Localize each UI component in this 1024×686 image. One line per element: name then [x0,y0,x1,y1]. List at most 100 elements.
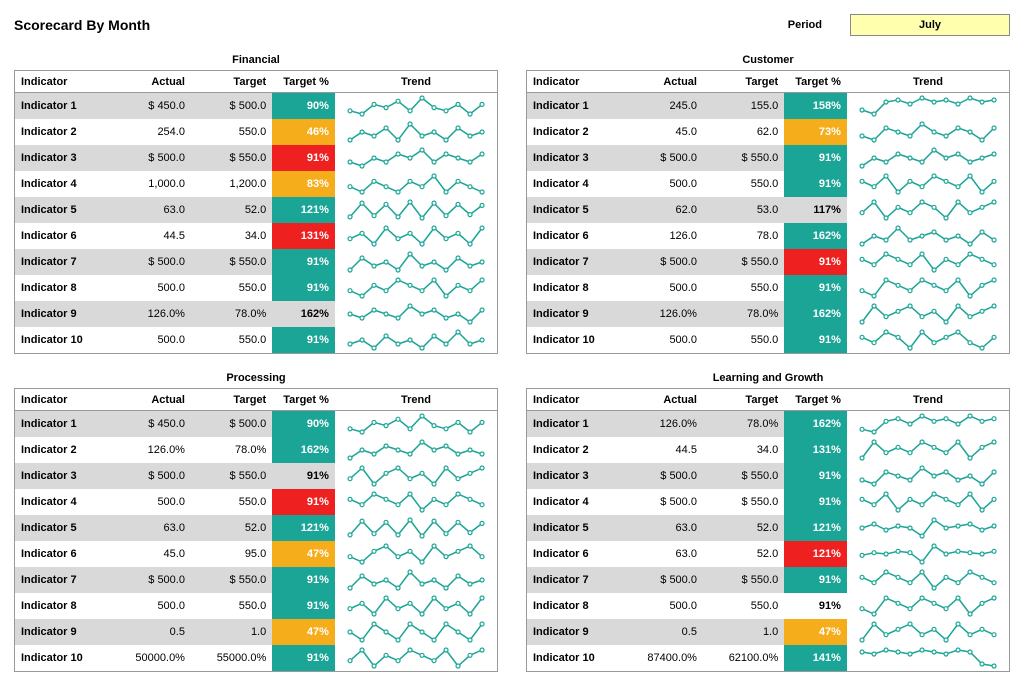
cell-actual: 44.5 [110,223,191,249]
cell-actual: 45.0 [110,541,191,567]
cell-indicator: Indicator 5 [527,197,622,223]
cell-target: 550.0 [191,327,272,354]
cell-target-pct: 91% [784,593,847,619]
table-row: Indicator 7$ 500.0$ 550.091% [527,249,1010,275]
table-row: Indicator 7$ 500.0$ 550.091% [15,567,498,593]
cell-trend-sparkline [335,515,498,541]
table-row: Indicator 1245.0155.0158% [527,93,1010,120]
cell-target-pct: 91% [272,593,335,619]
col-head-indicator: Indicator [15,71,110,93]
table-row: Indicator 8500.0550.091% [15,275,498,301]
cell-indicator: Indicator 2 [527,437,622,463]
cell-target-pct: 47% [272,541,335,567]
table-row: Indicator 10500.0550.091% [15,327,498,354]
cell-trend-sparkline [847,223,1010,249]
cell-actual: $ 500.0 [110,567,191,593]
cell-target: 550.0 [703,327,784,354]
cell-trend-sparkline [847,463,1010,489]
cell-actual: 500.0 [110,593,191,619]
col-head-actual: Actual [110,389,191,411]
cell-target-pct: 46% [272,119,335,145]
cell-indicator: Indicator 9 [527,301,622,327]
cell-trend-sparkline [847,411,1010,438]
cell-trend-sparkline [847,593,1010,619]
cell-actual: 126.0 [622,223,703,249]
cell-indicator: Indicator 8 [527,275,622,301]
cell-trend-sparkline [847,645,1010,672]
cell-target: $ 550.0 [191,567,272,593]
cell-actual: 63.0 [622,515,703,541]
cell-actual: 1,000.0 [110,171,191,197]
table-row: Indicator 9126.0%78.0%162% [527,301,1010,327]
cell-actual: 254.0 [110,119,191,145]
cell-trend-sparkline [335,463,498,489]
cell-actual: 45.0 [622,119,703,145]
cell-target: 1.0 [191,619,272,645]
cell-actual: $ 500.0 [622,145,703,171]
table-row: Indicator 3$ 500.0$ 550.091% [527,463,1010,489]
cell-target-pct: 91% [784,275,847,301]
cell-trend-sparkline [847,619,1010,645]
cell-trend-sparkline [335,645,498,672]
table-row: Indicator 2254.0550.046% [15,119,498,145]
col-head-trend: Trend [335,389,498,411]
cell-trend-sparkline [335,437,498,463]
cell-trend-sparkline [847,301,1010,327]
cell-trend-sparkline [335,119,498,145]
col-head-trend: Trend [847,389,1010,411]
cell-indicator: Indicator 4 [527,171,622,197]
cell-target-pct: 162% [784,223,847,249]
cell-target: 78.0% [703,411,784,438]
table-row: Indicator 90.51.047% [15,619,498,645]
table-row: Indicator 8500.0550.091% [15,593,498,619]
cell-target-pct: 90% [272,93,335,120]
cell-target: $ 500.0 [191,93,272,120]
cell-target-pct: 47% [272,619,335,645]
cell-trend-sparkline [335,249,498,275]
cell-actual: 500.0 [110,489,191,515]
cell-indicator: Indicator 7 [15,567,110,593]
cell-target-pct: 83% [272,171,335,197]
cell-actual: 126.0% [622,301,703,327]
table-row: Indicator 3$ 500.0$ 550.091% [15,145,498,171]
cell-target-pct: 91% [784,171,847,197]
cell-trend-sparkline [335,489,498,515]
period-selector[interactable]: July [850,14,1010,36]
cell-trend-sparkline [335,197,498,223]
cell-trend-sparkline [847,249,1010,275]
cell-trend-sparkline [847,145,1010,171]
cell-actual: 500.0 [622,593,703,619]
panel-title: Financial [14,54,498,66]
col-head-pct: Target % [272,71,335,93]
col-head-target: Target [703,71,784,93]
cell-target-pct: 91% [784,249,847,275]
cell-indicator: Indicator 9 [15,619,110,645]
cell-target-pct: 91% [784,489,847,515]
col-head-target: Target [191,389,272,411]
cell-target: 55000.0% [191,645,272,672]
col-head-pct: Target % [272,389,335,411]
cell-trend-sparkline [335,93,498,120]
cell-trend-sparkline [847,197,1010,223]
cell-indicator: Indicator 10 [527,327,622,354]
table-row: Indicator 562.053.0117% [527,197,1010,223]
cell-trend-sparkline [847,567,1010,593]
cell-actual: 0.5 [110,619,191,645]
cell-actual: 63.0 [110,197,191,223]
cell-indicator: Indicator 2 [15,119,110,145]
table-row: Indicator 2126.0%78.0%162% [15,437,498,463]
cell-target: 34.0 [703,437,784,463]
col-head-trend: Trend [847,71,1010,93]
cell-target-pct: 91% [272,463,335,489]
cell-target: 34.0 [191,223,272,249]
cell-target-pct: 141% [784,645,847,672]
cell-actual: 500.0 [622,327,703,354]
table-row: Indicator 90.51.047% [527,619,1010,645]
scorecard-table: IndicatorActualTargetTarget %TrendIndica… [526,70,1010,354]
cell-indicator: Indicator 7 [527,249,622,275]
cell-indicator: Indicator 8 [15,275,110,301]
cell-indicator: Indicator 6 [527,223,622,249]
cell-target: 62.0 [703,119,784,145]
cell-indicator: Indicator 8 [15,593,110,619]
cell-actual: $ 500.0 [110,463,191,489]
